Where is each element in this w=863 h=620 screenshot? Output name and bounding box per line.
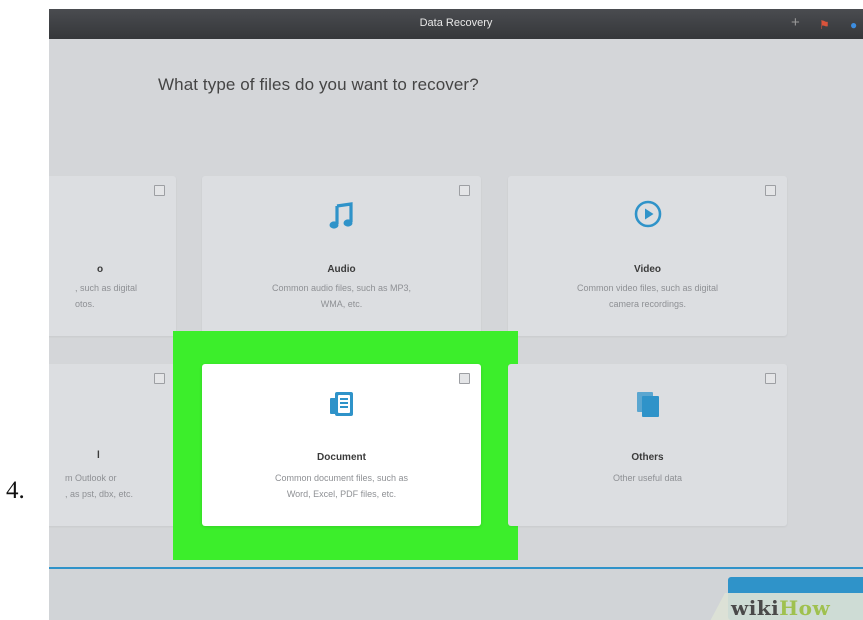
plus-icon[interactable]: + <box>791 14 800 32</box>
card-others[interactable]: Others Other useful data <box>508 364 787 526</box>
document-label: Document <box>317 452 366 463</box>
wikihow-watermark: wikiHow <box>731 596 830 620</box>
card-photo[interactable]: o , such as digital otos. <box>49 176 176 336</box>
data-recovery-window: Data Recovery + ⚑ ● What type of files d… <box>49 9 863 620</box>
others-desc-line1: Other useful data <box>612 473 683 483</box>
photo-desc-line2: otos. <box>75 299 95 309</box>
step-number: 4. <box>6 477 25 504</box>
others-label: Others <box>631 452 664 463</box>
email-checkbox[interactable] <box>154 373 165 384</box>
video-label: Video <box>633 264 662 275</box>
video-desc-line2: camera recordings. <box>608 299 687 309</box>
document-icon <box>202 390 481 423</box>
files-icon <box>508 390 787 423</box>
card-video[interactable]: Video Common video files, such as digita… <box>508 176 787 336</box>
audio-desc-line1: Common audio files, such as MP3, <box>271 283 412 293</box>
card-email[interactable]: l m Outlook or , as pst, dbx, etc. <box>49 364 176 526</box>
audio-checkbox[interactable] <box>459 185 470 196</box>
document-desc-line2: Word, Excel, PDF files, etc. <box>286 489 397 499</box>
play-circle-icon <box>508 200 787 233</box>
email-desc-line2: , as pst, dbx, etc. <box>65 489 134 499</box>
others-checkbox[interactable] <box>765 373 776 384</box>
photo-desc-line1: , such as digital <box>75 283 138 293</box>
watermark-part2: How <box>779 596 831 620</box>
email-label: l <box>97 450 100 461</box>
document-desc-line1: Common document files, such as <box>274 473 409 483</box>
person-icon[interactable]: ● <box>850 16 857 34</box>
video-checkbox[interactable] <box>765 185 776 196</box>
photo-checkbox[interactable] <box>154 185 165 196</box>
card-document[interactable]: Document Common document files, such as … <box>202 364 481 526</box>
watermark-part1: wiki <box>731 596 780 620</box>
video-desc-line1: Common video files, such as digital <box>576 283 719 293</box>
photo-label: o <box>97 264 104 275</box>
email-desc-line1: m Outlook or <box>65 473 117 483</box>
card-audio[interactable]: Audio Common audio files, such as MP3, W… <box>202 176 481 336</box>
title-bar: Data Recovery + ⚑ ● <box>49 9 863 39</box>
document-checkbox[interactable] <box>459 373 470 384</box>
audio-label: Audio <box>327 264 356 275</box>
page-heading: What type of files do you want to recove… <box>158 75 479 94</box>
music-note-icon <box>202 202 481 235</box>
window-title: Data Recovery <box>419 17 493 29</box>
audio-desc-line2: WMA, etc. <box>320 299 363 309</box>
flag-icon[interactable]: ⚑ <box>819 16 830 34</box>
